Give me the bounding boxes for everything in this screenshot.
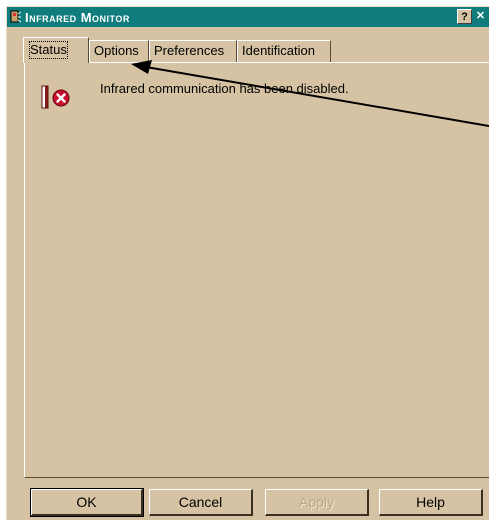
- tab-options-label: Options: [94, 43, 139, 58]
- close-icon[interactable]: ✕: [473, 9, 488, 24]
- tab-status-label: Status: [28, 40, 69, 60]
- tab-options[interactable]: Options: [89, 40, 149, 62]
- tab-identification[interactable]: Identification: [237, 40, 331, 62]
- infrared-app-icon: [10, 10, 22, 23]
- help-button[interactable]: Help: [379, 489, 483, 516]
- tab-preferences-label: Preferences: [154, 43, 225, 58]
- infrared-monitor-window: Infrared Monitor ? ✕ Status Options Pref…: [6, 6, 489, 520]
- tab-preferences[interactable]: Preferences: [149, 40, 237, 62]
- status-panel: [24, 62, 489, 478]
- apply-button[interactable]: Apply: [265, 489, 369, 516]
- status-message: Infrared communication has been disabled…: [100, 81, 349, 96]
- ok-button[interactable]: OK: [30, 488, 144, 517]
- cancel-button[interactable]: Cancel: [149, 489, 253, 516]
- title-bar[interactable]: Infrared Monitor ? ✕: [7, 7, 489, 27]
- window-title: Infrared Monitor: [25, 10, 130, 25]
- tab-identification-label: Identification: [242, 43, 315, 58]
- tab-status[interactable]: Status: [23, 37, 89, 63]
- help-title-button[interactable]: ?: [457, 9, 472, 24]
- infrared-disabled-icon: [41, 85, 70, 109]
